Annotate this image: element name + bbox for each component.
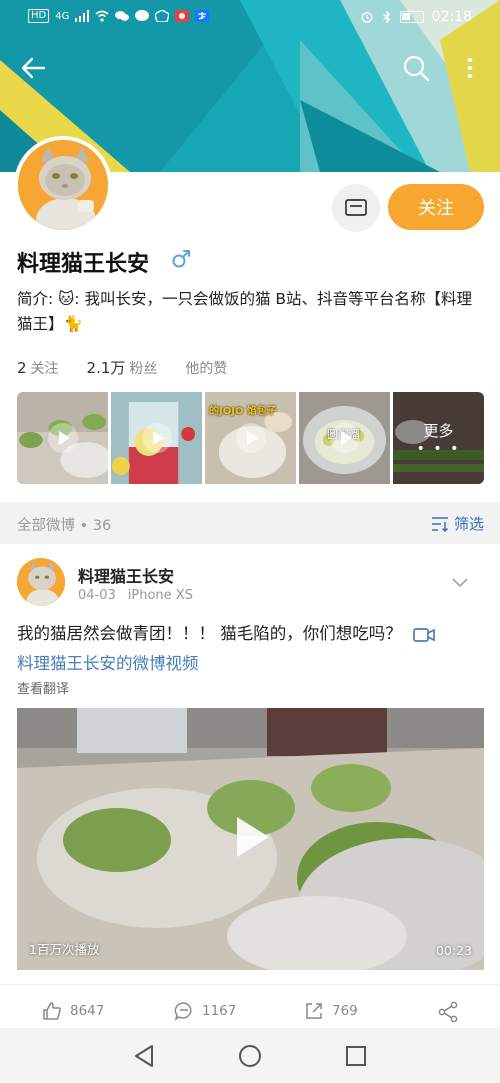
video-thumbnail-4[interactable]: 圆溜溜 (299, 392, 390, 484)
more-videos-overlay: 更多 • • • (393, 392, 484, 484)
more-videos-label: 更多 (423, 421, 454, 440)
message-icon (345, 199, 367, 216)
search-icon[interactable] (400, 52, 432, 84)
network-indicator: 4G (55, 10, 70, 22)
share-button[interactable] (437, 1001, 459, 1023)
nav-home-icon[interactable] (236, 1042, 264, 1070)
wechat-icon (115, 11, 130, 21)
signal-icon (75, 10, 90, 22)
like-count: 8647 (70, 1003, 105, 1019)
post-video-link[interactable]: 料理猫王长安的微博视频 (17, 654, 199, 673)
video-duration: 00:23 (435, 943, 472, 958)
chat-bubble-icon (135, 10, 150, 21)
profile-name: 料理猫王长安 (17, 252, 150, 277)
video-thumbnails-strip: 的JOJO 馅包子 圆溜溜 更多 • • • (17, 392, 484, 484)
post-author-avatar[interactable] (17, 558, 65, 606)
following-count: 2 (17, 359, 27, 377)
follow-button[interactable]: 关注 (388, 184, 484, 230)
more-options-icon[interactable] (458, 52, 482, 84)
share-icon (438, 1001, 458, 1023)
post-video-player[interactable]: 1百万次播放 00:23 (17, 708, 484, 970)
post-filter-bar: 全部微博 • 36 筛选 (0, 502, 500, 544)
battery-icon (399, 11, 424, 23)
repost-count: 769 (332, 1003, 358, 1019)
more-dots: • • • (416, 440, 461, 457)
likes-label: 他的赞 (185, 361, 228, 377)
alipay-icon (195, 10, 210, 22)
profile-avatar[interactable] (14, 136, 112, 234)
filter-label: 筛选 (453, 515, 484, 533)
view-translation-link[interactable]: 查看翻译 (17, 678, 69, 697)
fans-count: 2.1万 (86, 359, 126, 377)
alarm-icon (361, 12, 372, 23)
all-posts-count: 全部微博 • 36 (17, 518, 112, 534)
play-icon (47, 423, 78, 453)
play-icon (141, 423, 172, 453)
nav-recents-icon[interactable] (342, 1042, 370, 1070)
repost-icon (306, 1003, 322, 1019)
video-view-count: 1百万次播放 (29, 942, 100, 957)
likes-stat[interactable]: 他的赞 (185, 358, 227, 378)
message-button[interactable] (332, 184, 380, 232)
system-navigation-bar (0, 1028, 500, 1083)
post-author-name[interactable]: 料理猫王长安 (78, 563, 174, 587)
play-icon (235, 423, 266, 453)
thumbs-up-icon (43, 1002, 61, 1020)
back-arrow-icon[interactable] (18, 52, 50, 84)
following-stat[interactable]: 2 关注 (17, 358, 59, 378)
status-bar: HD 4G 02:18 (0, 0, 500, 34)
status-time: 02:18 (431, 9, 472, 25)
filter-button[interactable]: 筛选 (431, 513, 484, 534)
comment-button[interactable]: 1167 (174, 1001, 236, 1021)
wifi-icon (95, 10, 109, 22)
nav-back-icon[interactable] (130, 1042, 158, 1070)
filter-icon (431, 516, 449, 532)
app-icon (155, 10, 170, 22)
more-videos-thumbnail[interactable]: 更多 • • • (393, 392, 484, 484)
chevron-down-icon[interactable] (450, 572, 470, 592)
video-thumbnail-2[interactable] (111, 392, 202, 484)
hd-indicator: HD (28, 9, 50, 23)
video-thumbnail-1[interactable] (17, 392, 108, 484)
post-actions-bar: 8647 1167 769 (0, 984, 500, 1028)
cat-avatar-image (18, 140, 108, 230)
comment-count: 1167 (202, 1003, 237, 1019)
like-button[interactable]: 8647 (42, 1001, 104, 1021)
fans-label: 粉丝 (129, 361, 158, 377)
weibo-notification-icon (175, 10, 190, 22)
thumbnail-caption: 的JOJO 馅包子 (209, 406, 277, 417)
video-play-icon[interactable] (236, 817, 269, 857)
post-date: 04-03 (78, 588, 116, 603)
post-text: 我的猫居然会做青团！！！ 猫毛陷的，你们想吃吗？ (17, 624, 402, 643)
post-meta: 04-03 iPhone XS (78, 588, 193, 603)
comment-icon (174, 1002, 192, 1021)
post-device: iPhone XS (127, 588, 193, 603)
play-icon (329, 423, 360, 453)
post-body: 我的猫居然会做青团！！！ 猫毛陷的，你们想吃吗？ 料理猫王长安的微博视频 (17, 619, 487, 679)
following-label: 关注 (30, 361, 59, 377)
video-camera-icon (413, 627, 435, 642)
profile-bio: 简介: 🐱: 我叫长安，一只会做饭的猫 B站、抖音等平台名称【料理猫王】🐈 (17, 290, 473, 333)
fans-stat[interactable]: 2.1万 粉丝 (87, 357, 158, 378)
repost-button[interactable]: 769 (304, 1001, 358, 1021)
male-gender-icon (172, 250, 190, 268)
cat-avatar-image (17, 558, 65, 606)
video-thumbnail-3[interactable]: 的JOJO 馅包子 (205, 392, 296, 484)
bluetooth-icon (382, 11, 391, 23)
profile-stats: 2 关注 2.1万 粉丝 他的赞 (17, 357, 255, 378)
